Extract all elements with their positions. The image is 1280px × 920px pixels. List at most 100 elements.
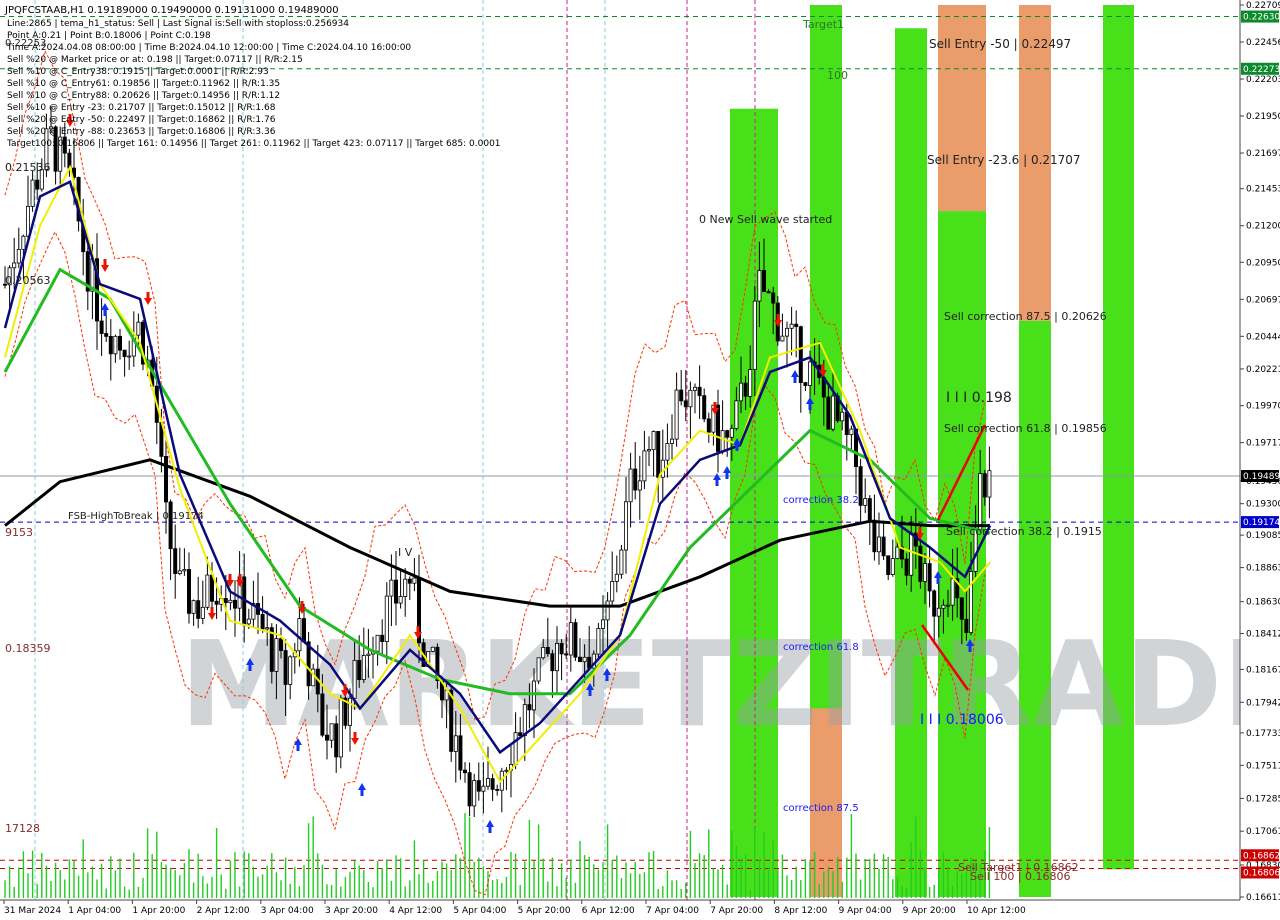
candle-body — [688, 389, 693, 408]
candle-body — [375, 634, 380, 652]
chart-canvas[interactable]: MARKETZITRADE Target1 100 0 New Sell wav… — [0, 0, 1280, 920]
candle-body — [844, 411, 849, 436]
candle-body — [403, 578, 408, 597]
candle-body — [969, 571, 974, 633]
candle-body — [748, 369, 753, 397]
candle-body — [959, 597, 964, 620]
sell-entry-50-label: Sell Entry -50 | 0.22497 — [929, 37, 1071, 51]
candle-body — [532, 680, 537, 711]
symbol-line: JPQFCSTAAB,H1 0.19189000 0.19490000 0.19… — [4, 5, 339, 16]
candle-body — [380, 634, 385, 642]
y-tick-label: 0.17061 — [1246, 827, 1280, 837]
candle-body — [357, 659, 362, 681]
time-axis-bg — [0, 900, 1280, 920]
candle-body — [923, 563, 928, 582]
candle-body — [127, 355, 132, 358]
sell-correction-618-label: Sell correction 61.8 | 0.19856 — [944, 422, 1107, 435]
info-line: Sell %10 @ Entry -23: 0.21707 || Target:… — [7, 103, 276, 113]
candle-body — [449, 689, 454, 752]
candle-body — [780, 335, 785, 342]
candle-body — [99, 320, 104, 334]
candle-body — [384, 595, 389, 642]
candle-body — [683, 400, 688, 408]
candle-body — [964, 618, 969, 633]
new-sell-wave-label: 0 New Sell wave started — [699, 213, 832, 226]
candle-body — [950, 578, 955, 606]
candle-body — [982, 473, 987, 498]
x-tick-label: 9 Apr 20:00 — [903, 906, 956, 916]
candle-body — [720, 430, 725, 452]
candle-body — [978, 473, 983, 530]
info-line: Sell %20 @ Entry -88: 0.23653 || Target:… — [7, 127, 276, 137]
candle-body — [122, 349, 127, 357]
candle-body — [637, 480, 642, 491]
y-tick-label: 0.17942 — [1246, 698, 1280, 708]
candle-body — [476, 780, 481, 792]
x-tick-label: 3 Apr 20:00 — [325, 906, 378, 916]
candle-body — [366, 653, 371, 656]
candle-body — [771, 292, 776, 304]
info-line: Time A:2024.04.08 08:00:00 | Time B:2024… — [6, 43, 411, 53]
x-tick-label: 7 Apr 20:00 — [710, 906, 763, 916]
candle-body — [136, 321, 141, 336]
candle-body — [278, 638, 283, 651]
candle-body — [393, 579, 398, 604]
candle-body — [725, 430, 730, 438]
candle-body — [186, 569, 191, 614]
zone-orange-4 — [938, 5, 986, 212]
price-badge-label: 0.19489 — [1243, 472, 1280, 482]
candle-body — [601, 619, 606, 629]
left-level-label: 9153 — [5, 526, 33, 539]
candle-body — [941, 604, 946, 609]
y-tick-label: 0.18863 — [1246, 564, 1280, 574]
info-line: Point A:0.21 | Point B:0.18006 | Point C… — [7, 31, 211, 41]
y-tick-label: 0.19085 — [1246, 531, 1280, 541]
candle-body — [490, 778, 495, 790]
x-tick-label: 3 Apr 04:00 — [261, 906, 314, 916]
candle-body — [200, 606, 205, 619]
x-tick-label: 31 Mar 2024 — [4, 906, 61, 916]
candle-body — [665, 443, 670, 461]
y-tick-label: 0.21200 — [1246, 222, 1280, 232]
candle-body — [214, 600, 219, 605]
y-tick-label: 0.20221 — [1246, 365, 1280, 375]
candle-body — [297, 618, 302, 652]
y-tick-label: 0.21950 — [1246, 112, 1280, 122]
candle-body — [329, 723, 334, 741]
info-line: Sell %10 @ C_Entry88: 0.20626 || Target:… — [7, 91, 280, 101]
x-tick-label: 7 Apr 04:00 — [646, 906, 699, 916]
candle-body — [113, 335, 118, 355]
candle-body — [757, 269, 762, 302]
candle-body — [904, 558, 909, 576]
candle-body — [863, 498, 868, 506]
candle-body — [734, 400, 739, 429]
candle-body — [324, 734, 329, 741]
x-tick-label: 9 Apr 04:00 — [839, 906, 892, 916]
candle-body — [702, 395, 707, 420]
y-tick-label: 0.19717 — [1246, 439, 1280, 449]
candle-body — [872, 519, 877, 553]
zone-green-3 — [895, 28, 927, 897]
candle-body — [936, 607, 941, 617]
candle-body — [232, 599, 237, 609]
y-tick-label: 0.21697 — [1246, 149, 1280, 159]
price-chart[interactable]: MARKETZITRADE Target1 100 0 New Sell wav… — [0, 0, 1280, 920]
candle-body — [16, 248, 21, 264]
price-badge-label: 0.19174 — [1243, 518, 1280, 528]
candle-body — [550, 653, 555, 672]
info-line: Line:2865 | tema_h1_status: Sell | Last … — [7, 19, 349, 29]
y-tick-label: 0.20697 — [1246, 295, 1280, 305]
candle-body — [752, 300, 757, 370]
candle-body — [495, 789, 500, 791]
candle-body — [886, 555, 891, 575]
candle-body — [918, 545, 923, 582]
candle-body — [30, 179, 35, 207]
candle-body — [288, 656, 293, 685]
x-tick-label: 4 Apr 12:00 — [389, 906, 442, 916]
candle-body — [274, 638, 279, 672]
candle-body — [35, 179, 40, 190]
y-tick-label: 0.22709 — [1246, 1, 1280, 11]
candle-body — [881, 536, 886, 557]
candle-body — [877, 536, 882, 553]
candle-body — [223, 598, 228, 604]
